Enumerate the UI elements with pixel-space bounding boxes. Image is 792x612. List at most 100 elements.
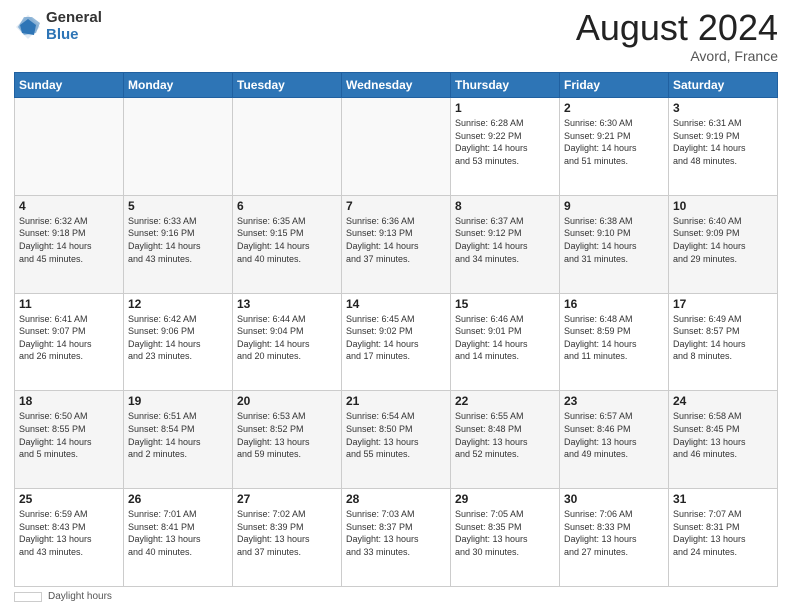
- day-info: Sunrise: 7:01 AM Sunset: 8:41 PM Dayligh…: [128, 508, 228, 558]
- day-info: Sunrise: 6:58 AM Sunset: 8:45 PM Dayligh…: [673, 410, 773, 460]
- calendar-cell: 6 Sunrise: 6:35 AM Sunset: 9:15 PM Daylig…: [233, 195, 342, 293]
- calendar-cell: [342, 98, 451, 196]
- calendar-cell: 31 Sunrise: 7:07 AM Sunset: 8:31 PM Dayli…: [669, 489, 778, 587]
- logo-general: General: [46, 9, 102, 26]
- day-number: 5: [128, 199, 228, 213]
- day-info: Sunrise: 6:54 AM Sunset: 8:50 PM Dayligh…: [346, 410, 446, 460]
- footer-label: Daylight hours: [48, 591, 112, 602]
- day-info: Sunrise: 7:06 AM Sunset: 8:33 PM Dayligh…: [564, 508, 664, 558]
- calendar-cell: 11Sunrise: 6:41 AM Sunset: 9:07 PM Dayli…: [15, 293, 124, 391]
- day-info: Sunrise: 6:48 AM Sunset: 8:59 PM Dayligh…: [564, 313, 664, 363]
- calendar-cell: 28Sunrise: 7:03 AM Sunset: 8:37 PM Dayli…: [342, 489, 451, 587]
- calendar-week-row: 11Sunrise: 6:41 AM Sunset: 9:07 PM Dayli…: [15, 293, 778, 391]
- logo: General Blue: [14, 10, 102, 43]
- day-info: Sunrise: 6:57 AM Sunset: 8:46 PM Dayligh…: [564, 410, 664, 460]
- day-info: Sunrise: 6:45 AM Sunset: 9:02 PM Dayligh…: [346, 313, 446, 363]
- calendar-cell: 19 Sunrise: 6:51 AM Sunset: 8:54 PM Dayli…: [124, 391, 233, 489]
- day-number: 13: [237, 297, 337, 311]
- day-number: 30: [564, 492, 664, 506]
- day-info: Sunrise: 6:32 AM Sunset: 9:18 PM Dayligh…: [19, 215, 119, 265]
- day-info: Sunrise: 6:41 AM Sunset: 9:07 PM Dayligh…: [19, 313, 119, 363]
- calendar-cell: 22 Sunrise: 6:55 AM Sunset: 8:48 PM Dayli…: [451, 391, 560, 489]
- day-number: 15: [455, 297, 555, 311]
- calendar-day-header: Sunday: [15, 73, 124, 98]
- calendar-day-header: Saturday: [669, 73, 778, 98]
- calendar-day-header: Tuesday: [233, 73, 342, 98]
- day-info: Sunrise: 6:36 AM Sunset: 9:13 PM Dayligh…: [346, 215, 446, 265]
- day-number: 4: [19, 199, 119, 213]
- calendar: SundayMondayTuesdayWednesdayThursdayFrid…: [14, 72, 778, 587]
- calendar-cell: [124, 98, 233, 196]
- day-number: 10: [673, 199, 773, 213]
- day-number: 25: [19, 492, 119, 506]
- calendar-cell: 10Sunrise: 6:40 AM Sunset: 9:09 PM Dayli…: [669, 195, 778, 293]
- calendar-cell: 7 Sunrise: 6:36 AM Sunset: 9:13 PM Daylig…: [342, 195, 451, 293]
- calendar-cell: 18 Sunrise: 6:50 AM Sunset: 8:55 PM Dayli…: [15, 391, 124, 489]
- calendar-week-row: 25 Sunrise: 6:59 AM Sunset: 8:43 PM Dayli…: [15, 489, 778, 587]
- day-info: Sunrise: 6:42 AM Sunset: 9:06 PM Dayligh…: [128, 313, 228, 363]
- day-number: 14: [346, 297, 446, 311]
- day-number: 9: [564, 199, 664, 213]
- month-title: August 2024: [576, 10, 778, 46]
- calendar-cell: 2Sunrise: 6:30 AM Sunset: 9:21 PM Daylig…: [560, 98, 669, 196]
- location: Avord, France: [576, 48, 778, 64]
- calendar-day-header: Wednesday: [342, 73, 451, 98]
- calendar-week-row: 4 Sunrise: 6:32 AM Sunset: 9:18 PM Daylig…: [15, 195, 778, 293]
- day-info: Sunrise: 6:38 AM Sunset: 9:10 PM Dayligh…: [564, 215, 664, 265]
- day-info: Sunrise: 6:59 AM Sunset: 8:43 PM Dayligh…: [19, 508, 119, 558]
- day-number: 12: [128, 297, 228, 311]
- day-number: 8: [455, 199, 555, 213]
- day-info: Sunrise: 6:44 AM Sunset: 9:04 PM Dayligh…: [237, 313, 337, 363]
- day-number: 20: [237, 394, 337, 408]
- day-number: 3: [673, 101, 773, 115]
- calendar-cell: 13 Sunrise: 6:44 AM Sunset: 9:04 PM Dayli…: [233, 293, 342, 391]
- day-info: Sunrise: 6:55 AM Sunset: 8:48 PM Dayligh…: [455, 410, 555, 460]
- day-info: Sunrise: 6:35 AM Sunset: 9:15 PM Dayligh…: [237, 215, 337, 265]
- calendar-cell: 16 Sunrise: 6:48 AM Sunset: 8:59 PM Dayli…: [560, 293, 669, 391]
- calendar-cell: 24 Sunrise: 6:58 AM Sunset: 8:45 PM Dayli…: [669, 391, 778, 489]
- day-info: Sunrise: 6:46 AM Sunset: 9:01 PM Dayligh…: [455, 313, 555, 363]
- day-number: 21: [346, 394, 446, 408]
- page: General Blue August 2024 Avord, France S…: [0, 0, 792, 612]
- day-number: 26: [128, 492, 228, 506]
- calendar-cell: 25 Sunrise: 6:59 AM Sunset: 8:43 PM Dayli…: [15, 489, 124, 587]
- day-info: Sunrise: 6:31 AM Sunset: 9:19 PM Dayligh…: [673, 117, 773, 167]
- day-number: 24: [673, 394, 773, 408]
- day-info: Sunrise: 7:07 AM Sunset: 8:31 PM Dayligh…: [673, 508, 773, 558]
- header: General Blue August 2024 Avord, France: [14, 10, 778, 64]
- calendar-cell: 21 Sunrise: 6:54 AM Sunset: 8:50 PM Dayli…: [342, 391, 451, 489]
- logo-icon: [14, 13, 42, 41]
- calendar-week-row: 18 Sunrise: 6:50 AM Sunset: 8:55 PM Dayli…: [15, 391, 778, 489]
- calendar-cell: 23Sunrise: 6:57 AM Sunset: 8:46 PM Dayli…: [560, 391, 669, 489]
- day-info: Sunrise: 7:05 AM Sunset: 8:35 PM Dayligh…: [455, 508, 555, 558]
- day-number: 18: [19, 394, 119, 408]
- day-number: 19: [128, 394, 228, 408]
- calendar-cell: 30 Sunrise: 7:06 AM Sunset: 8:33 PM Dayli…: [560, 489, 669, 587]
- calendar-cell: 12 Sunrise: 6:42 AM Sunset: 9:06 PM Dayli…: [124, 293, 233, 391]
- calendar-header-row: SundayMondayTuesdayWednesdayThursdayFrid…: [15, 73, 778, 98]
- day-number: 16: [564, 297, 664, 311]
- logo-text: General Blue: [46, 10, 102, 43]
- calendar-cell: 5 Sunrise: 6:33 AM Sunset: 9:16 PM Daylig…: [124, 195, 233, 293]
- day-number: 17: [673, 297, 773, 311]
- calendar-cell: 1Sunrise: 6:28 AM Sunset: 9:22 PM Daylig…: [451, 98, 560, 196]
- day-number: 7: [346, 199, 446, 213]
- day-info: Sunrise: 7:02 AM Sunset: 8:39 PM Dayligh…: [237, 508, 337, 558]
- day-number: 6: [237, 199, 337, 213]
- calendar-cell: 3 Sunrise: 6:31 AM Sunset: 9:19 PM Daylig…: [669, 98, 778, 196]
- day-info: Sunrise: 6:37 AM Sunset: 9:12 PM Dayligh…: [455, 215, 555, 265]
- day-info: Sunrise: 6:28 AM Sunset: 9:22 PM Dayligh…: [455, 117, 555, 167]
- day-info: Sunrise: 6:53 AM Sunset: 8:52 PM Dayligh…: [237, 410, 337, 460]
- title-block: August 2024 Avord, France: [576, 10, 778, 64]
- footer: Daylight hours: [14, 591, 778, 602]
- calendar-day-header: Monday: [124, 73, 233, 98]
- day-info: Sunrise: 6:51 AM Sunset: 8:54 PM Dayligh…: [128, 410, 228, 460]
- day-number: 2: [564, 101, 664, 115]
- calendar-cell: 4 Sunrise: 6:32 AM Sunset: 9:18 PM Daylig…: [15, 195, 124, 293]
- calendar-week-row: 1Sunrise: 6:28 AM Sunset: 9:22 PM Daylig…: [15, 98, 778, 196]
- day-number: 22: [455, 394, 555, 408]
- day-info: Sunrise: 6:33 AM Sunset: 9:16 PM Dayligh…: [128, 215, 228, 265]
- day-info: Sunrise: 6:50 AM Sunset: 8:55 PM Dayligh…: [19, 410, 119, 460]
- calendar-day-header: Thursday: [451, 73, 560, 98]
- day-number: 31: [673, 492, 773, 506]
